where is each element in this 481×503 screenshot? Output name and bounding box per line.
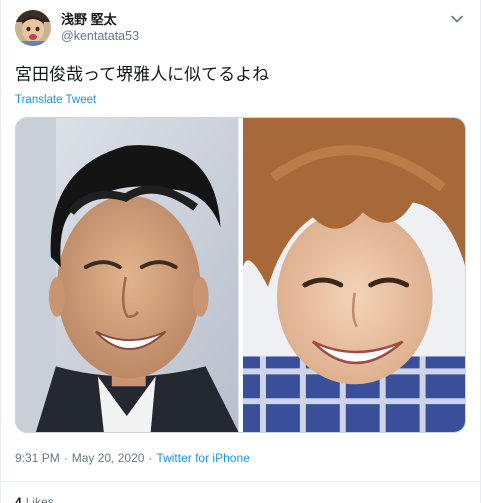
- likes-count: 4: [15, 495, 22, 503]
- tweet-time[interactable]: 9:31 PM: [15, 451, 60, 465]
- tweet-text: 宮田俊哉って堺雅人に似てるよね: [15, 65, 270, 84]
- tweet-source-link[interactable]: Twitter for iPhone: [156, 451, 249, 465]
- photo-right[interactable]: [242, 118, 465, 432]
- likes-label: Likes: [25, 495, 54, 503]
- user-avatar[interactable]: [15, 10, 51, 46]
- meta-separator: ·: [148, 451, 153, 465]
- photo-left-image: [16, 118, 239, 432]
- display-name[interactable]: 浅野 堅太: [61, 11, 139, 28]
- likes-link[interactable]: 4 Likes: [15, 495, 54, 503]
- meta-separator: ·: [63, 451, 68, 465]
- tweet-meta: 9:31 PM · May 20, 2020 · Twitter for iPh…: [15, 449, 466, 467]
- tweet-date[interactable]: May 20, 2020: [72, 451, 145, 465]
- photo-right-image: [242, 118, 465, 432]
- chevron-down-icon[interactable]: [448, 10, 466, 28]
- tweet-card: 浅野 堅太 @kentatata53 宮田俊哉って堺雅人に似てるよね Trans…: [0, 0, 481, 503]
- avatar-icon: [15, 10, 51, 46]
- tweet-header: 浅野 堅太 @kentatata53: [15, 8, 466, 52]
- translate-tweet-link[interactable]: Translate Tweet: [15, 94, 96, 106]
- author-names: 浅野 堅太 @kentatata53: [61, 11, 139, 44]
- user-handle[interactable]: @kentatata53: [61, 28, 139, 44]
- photo-left[interactable]: [16, 118, 239, 432]
- media-grid: [15, 117, 466, 433]
- tweet-stats: 4 Likes: [15, 482, 466, 503]
